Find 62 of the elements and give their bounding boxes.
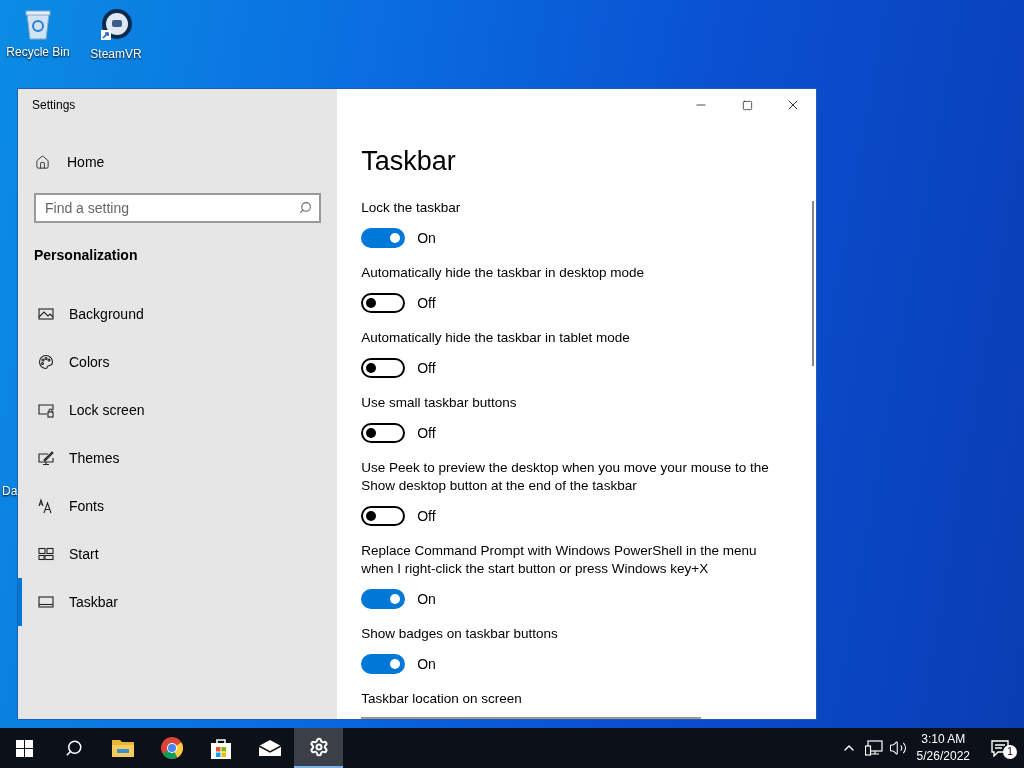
desktop-icon-label[interactable]: Recycle Bin (6, 43, 70, 61)
tiles-icon (38, 546, 54, 562)
folder-icon (110, 738, 135, 758)
window-title: Settings (32, 97, 76, 114)
taskbar-icon (38, 594, 54, 610)
nav-item[interactable]: Background (18, 290, 338, 338)
nav-item[interactable]: Colors (18, 338, 338, 386)
taskbar-button[interactable] (294, 728, 343, 768)
vr-headset-icon[interactable] (99, 8, 133, 42)
maximize-icon (741, 99, 753, 111)
toggle-switch[interactable] (361, 654, 406, 674)
setting-label: Taskbar location on screen (361, 690, 523, 708)
envelope-icon (257, 739, 282, 757)
toggle-state: Off (417, 358, 436, 378)
clock[interactable]: 3:10 AM 5/26/2022 (910, 731, 976, 765)
toggle-state: Off (417, 506, 436, 526)
home-icon (35, 154, 50, 170)
setting-label: Automatically hide the taskbar in tablet mode (361, 329, 631, 347)
notification-count: 1 (1003, 745, 1017, 759)
toggle-switch[interactable] (361, 358, 406, 378)
windows-logo-icon (16, 739, 33, 757)
desktop-icon-label[interactable]: Da (2, 482, 18, 500)
toggle-switch[interactable] (361, 293, 406, 313)
setting-label: Lock the taskbar (361, 199, 462, 217)
setting-label: Use Peek to preview the desktop when you move your mouse to the Show desktop button at the end of the taskbar (361, 459, 770, 495)
toggle-switch[interactable] (361, 228, 406, 248)
toggle-state: On (417, 228, 436, 248)
scrollbar[interactable] (812, 201, 814, 366)
volume-icon[interactable] (888, 739, 907, 757)
section-heading: Personalization (34, 246, 139, 265)
nav-item[interactable]: Start (18, 530, 338, 578)
setting-label: Replace Command Prompt with Windows PowerShell in the menu when I right-click the start button or press Windows key+X (361, 542, 758, 578)
toggle-state: On (417, 654, 436, 674)
network-icon[interactable] (864, 740, 883, 756)
page-title: Taskbar (361, 145, 457, 178)
shopping-bag-icon (208, 736, 233, 760)
search-field[interactable]: Find a setting (34, 193, 321, 223)
recycle-bin-icon[interactable] (24, 8, 52, 40)
palette-icon (38, 354, 54, 370)
notification-icon[interactable] (991, 739, 1009, 757)
toggle-switch[interactable] (361, 423, 406, 443)
search-icon (64, 739, 83, 757)
font-icon (38, 498, 54, 514)
home-nav-item[interactable]: Home (18, 138, 338, 186)
nav-item[interactable]: Fonts (18, 482, 338, 530)
toggle-switch[interactable] (361, 589, 406, 609)
desktop-icon-label[interactable]: SteamVR (90, 45, 142, 63)
toggle-state: Off (417, 293, 436, 313)
picture-frame-icon (38, 306, 54, 322)
search-icon (299, 201, 312, 214)
toggle-switch[interactable] (361, 506, 406, 526)
nav-item[interactable]: Lock screen (18, 386, 338, 434)
screen-lock-icon (38, 402, 54, 418)
monitor-brush-icon (38, 450, 54, 466)
setting-label: Use small taskbar buttons (361, 394, 518, 412)
setting-label: Show badges on taskbar buttons (361, 625, 559, 643)
chrome-logo-icon (159, 736, 184, 760)
toggle-state: Off (417, 423, 436, 443)
nav-item[interactable]: Themes (18, 434, 338, 482)
gear-icon (308, 737, 329, 757)
setting-label: Automatically hide the taskbar in desktop mode (361, 264, 646, 282)
toggle-state: On (417, 589, 436, 609)
